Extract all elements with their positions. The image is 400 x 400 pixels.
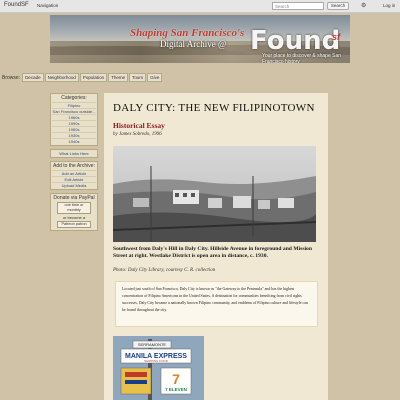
search-button[interactable]: Search: [327, 2, 349, 10]
site-brand[interactable]: FoundSF: [4, 2, 29, 8]
what-links-here-link[interactable]: What Links Here: [52, 151, 96, 156]
article-title: DALY CITY: THE NEW FILIPINOTOWN: [113, 102, 315, 114]
login-link[interactable]: Log in: [383, 3, 395, 8]
categories-box: Categories: Filipino San Francisco outsi…: [50, 93, 98, 146]
article-subtitle: Historical Essay: [113, 121, 165, 130]
category-item[interactable]: 1940s: [52, 138, 96, 144]
browse-label: Browse:: [2, 74, 21, 81]
second-photo[interactable]: SERRAMONTE MANILA EXPRESS SHIPPING FOOD …: [113, 336, 204, 400]
donate-button[interactable]: one time or monthly: [57, 202, 91, 214]
add-archive-box: Add to the Archive: Add an Article Edit …: [50, 161, 98, 190]
site-banner[interactable]: Shaping San Francisco's Digital Archive …: [50, 15, 350, 63]
article-byline: by James Sobredo, 1996: [113, 132, 162, 137]
historic-photo-image: [113, 146, 316, 242]
banner-line2: Digital Archive @: [160, 39, 227, 49]
donate-title: Donate via PayPal: [53, 195, 95, 201]
what-links-box: What Links Here: [50, 149, 98, 158]
browse-tab-theme[interactable]: Theme: [108, 73, 129, 82]
browse-tab-decade[interactable]: Decade: [22, 73, 44, 82]
banner-line1: Shaping San Francisco's: [130, 27, 245, 39]
manila-express-sign-image: SERRAMONTE MANILA EXPRESS SHIPPING FOOD …: [113, 336, 204, 400]
browse-tab-tours[interactable]: Tours: [129, 73, 147, 82]
categories-title: Categories:: [61, 95, 87, 101]
sidebar: Categories: Filipino San Francisco outsi…: [50, 93, 98, 234]
add-archive-title: Add to the Archive:: [53, 163, 95, 169]
intro-box: Located just south of San Francisco, Dal…: [115, 281, 318, 327]
banner-tagline: Your place to discover & shape San Franc…: [262, 53, 342, 63]
browse-tab-neighborhood[interactable]: Neighborhood: [44, 73, 79, 82]
photo-credit: Photo: Daly City Library, courtesy C. R.…: [113, 268, 216, 273]
sign-sub-text: SHIPPING FOOD: [144, 359, 169, 363]
banner-logo-sf: sf: [332, 32, 341, 42]
search-input[interactable]: Search: [272, 2, 324, 10]
article-photo[interactable]: [113, 146, 316, 242]
banner-logo-found: Found: [250, 26, 341, 56]
sign-top-text: SERRAMONTE: [138, 342, 167, 347]
donate-box: Donate via PayPal one time or monthly or…: [50, 193, 98, 231]
donate-or-text: or become a: [62, 215, 86, 220]
svg-text:7: 7: [172, 371, 180, 387]
upload-media-link[interactable]: Upload Media: [52, 182, 96, 188]
browse-bar: Browse: Decade Neighborhood Population T…: [2, 73, 163, 82]
patreon-button[interactable]: Patreon patron: [57, 221, 91, 228]
article-content: DALY CITY: THE NEW FILIPINOTOWN Historic…: [104, 93, 328, 400]
top-bar: FoundSF Navigation Search Search ⚙ Log i…: [0, 0, 400, 13]
browse-tab-give[interactable]: Give: [147, 73, 163, 82]
navigation-menu[interactable]: Navigation: [37, 3, 58, 8]
photo-caption: Southwest from Daly's Hill in Daly City.…: [113, 246, 312, 259]
sign-eleven-text: 7 ELEVEN: [165, 387, 187, 392]
gear-icon[interactable]: ⚙: [361, 2, 366, 9]
browse-tab-population[interactable]: Population: [79, 73, 108, 82]
category-item[interactable]: San Francisco outside...: [52, 108, 96, 114]
